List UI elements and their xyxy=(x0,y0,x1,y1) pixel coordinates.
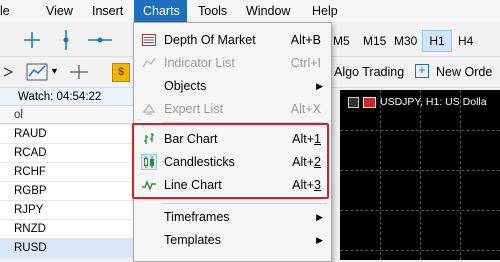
chart-title: USDJPY, H1: US Dolla xyxy=(380,96,487,108)
menu-item-depth-of-market[interactable]: Depth Of Market Alt+B xyxy=(134,29,331,51)
toolbar-arrow-icon[interactable] xyxy=(2,64,16,80)
submenu-arrow-icon: ▶ xyxy=(316,81,323,91)
menu-item-indicator-list[interactable]: Indicator List Ctrl+I xyxy=(134,52,331,74)
grid-line xyxy=(380,90,381,260)
submenu-arrow-icon: ▶ xyxy=(316,212,323,222)
grid-line xyxy=(460,90,461,260)
vertical-line-icon[interactable] xyxy=(58,30,74,50)
grid-line xyxy=(420,90,421,260)
list-item[interactable]: RAUD xyxy=(0,125,135,144)
list-item[interactable]: RNZD xyxy=(0,220,135,239)
menu-item-label: Templates xyxy=(164,233,221,247)
list-item[interactable]: RJPY xyxy=(0,201,135,220)
menu-item-templates[interactable]: Templates ▶ xyxy=(134,229,331,251)
menu-item-shortcut: Alt+B xyxy=(290,33,321,47)
menu-item-label: Depth Of Market xyxy=(164,33,256,47)
menu-item-label: Expert List xyxy=(164,102,224,116)
indicators-icon[interactable] xyxy=(26,63,48,81)
menu-item-timeframes[interactable]: Timeframes ▶ xyxy=(134,206,331,228)
menu-insert[interactable]: Insert xyxy=(84,0,131,22)
new-order-button[interactable]: New Orde xyxy=(436,58,492,86)
market-watch-header: Watch: 04:54:22 xyxy=(0,88,135,106)
list-item[interactable]: RGBP xyxy=(0,182,135,201)
menu-file[interactable]: le xyxy=(0,0,18,22)
horizontal-line-icon[interactable] xyxy=(88,32,112,48)
menu-charts[interactable]: Charts xyxy=(134,0,187,22)
algo-trading-button[interactable]: Algo Trading xyxy=(334,58,404,86)
chart-flag-icon xyxy=(348,97,359,108)
menu-help[interactable]: Help xyxy=(304,0,346,22)
submenu-arrow-icon: ▶ xyxy=(316,235,323,245)
list-item[interactable]: RCHF xyxy=(0,163,135,182)
market-watch-list: RAUD RCAD RCHF RGBP RJPY RNZD RUSD xyxy=(0,125,135,258)
chart-window[interactable]: USDJPY, H1: US Dolla xyxy=(340,90,500,260)
menu-separator xyxy=(162,203,327,204)
timeframe-m15[interactable]: M15 xyxy=(360,31,389,51)
highlight-box xyxy=(132,123,329,199)
timeframe-m30[interactable]: M30 xyxy=(391,31,420,51)
menu-item-label: Timeframes xyxy=(164,210,230,224)
menu-item-shortcut: Alt+X xyxy=(290,102,321,116)
menu-item-label: Objects xyxy=(164,79,207,93)
timeframe-h1[interactable]: H1 xyxy=(422,30,452,52)
menu-item-expert-list[interactable]: Expert List Alt+X xyxy=(134,98,331,120)
new-order-icon[interactable]: + xyxy=(415,64,429,78)
indicators-dropdown-icon[interactable]: ▼ xyxy=(50,66,59,76)
currency-flag-icon xyxy=(363,97,376,108)
timeframe-m5[interactable]: M5 xyxy=(330,31,353,51)
menu-view[interactable]: View xyxy=(38,0,81,22)
crosshair-icon[interactable] xyxy=(22,32,42,48)
dollar-icon[interactable]: $ xyxy=(112,63,130,82)
timeframe-h4[interactable]: H4 xyxy=(455,31,476,51)
menu-item-shortcut: Ctrl+I xyxy=(290,56,321,70)
menu-window[interactable]: Window xyxy=(238,0,298,22)
menu-bar: le View Insert Charts Tools Window Help xyxy=(0,0,500,23)
list-item[interactable]: RCAD xyxy=(0,144,135,163)
menu-item-label: Indicator List xyxy=(164,56,235,70)
menu-item-objects[interactable]: Objects ▶ xyxy=(134,75,331,97)
market-watch-symbol-column[interactable]: ol xyxy=(0,106,135,124)
chart-shift-icon[interactable] xyxy=(68,63,90,81)
list-item[interactable]: RUSD xyxy=(0,239,135,258)
expert-list-icon xyxy=(142,103,156,115)
depth-of-market-icon xyxy=(142,34,156,46)
indicator-list-icon xyxy=(142,57,156,68)
menu-tools[interactable]: Tools xyxy=(190,0,235,22)
